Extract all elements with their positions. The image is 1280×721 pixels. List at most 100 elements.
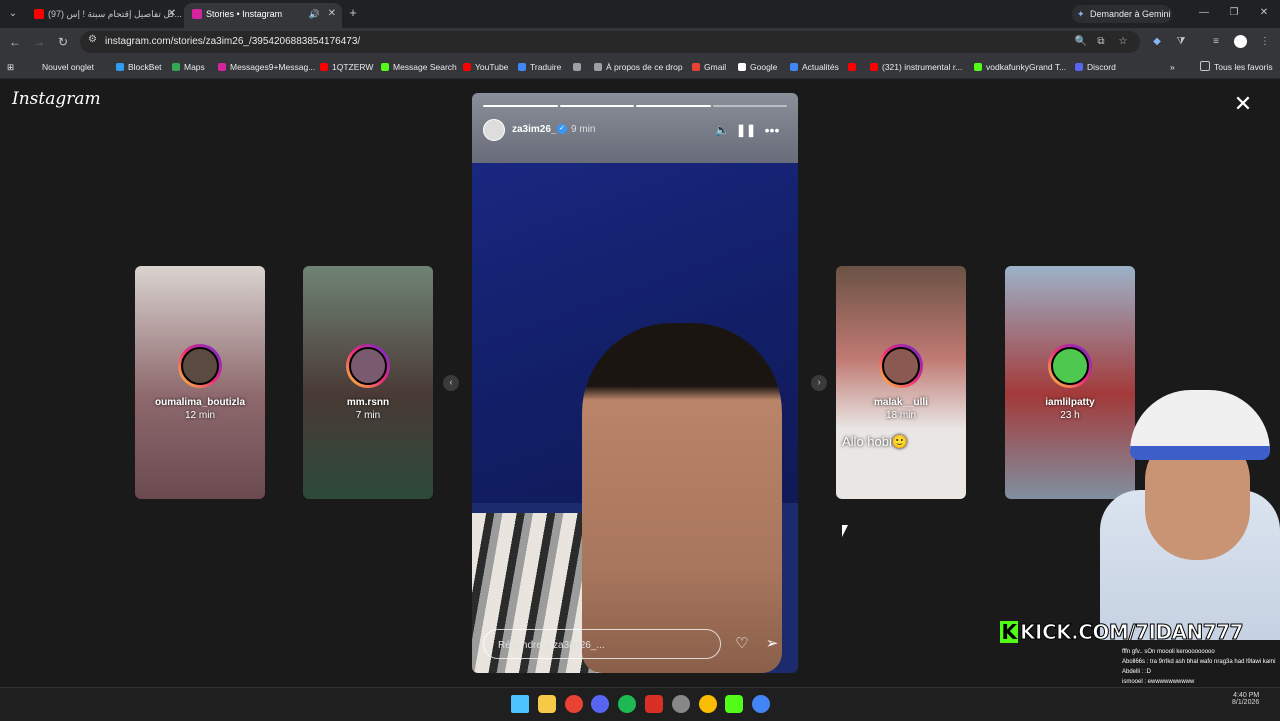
install-icon[interactable]: ⧉ (1094, 34, 1108, 50)
bookmark-label: Actualités (802, 62, 839, 72)
bookmark-favicon-icon (790, 63, 798, 71)
restore-icon[interactable]: ❐ (1226, 4, 1242, 22)
bookmark-item[interactable]: Actualités (790, 60, 839, 74)
story-header: za3im26_ ✓ 9 min 🔈 ❚❚ ••• (483, 117, 787, 143)
new-tab-button[interactable]: + (346, 4, 360, 22)
bookmark-item[interactable] (848, 60, 860, 74)
next-story-chevron-icon[interactable]: › (811, 375, 827, 391)
explorer-app-icon[interactable] (537, 695, 556, 713)
story-username: oumalima_boutizla (154, 397, 245, 408)
bookmark-item[interactable]: BlockBet (116, 60, 162, 74)
bookmark-label: YouTube (475, 62, 509, 72)
bookmark-favicon-icon (1075, 63, 1083, 71)
spotify-app-icon[interactable] (618, 695, 637, 713)
forward-icon[interactable]: → (31, 33, 47, 51)
bookmark-item[interactable]: À propos de ce drop (594, 60, 683, 74)
bookmark-item[interactable]: (321) instrumental r... (870, 60, 962, 74)
reload-icon[interactable]: ↻ (55, 33, 71, 51)
progress-segment (483, 105, 558, 107)
progress-segment (559, 105, 634, 107)
bookmark-item[interactable]: Gmail (692, 60, 726, 74)
bookmark-item[interactable]: Discord (1075, 60, 1116, 74)
speaker-icon[interactable]: 🔊 (309, 3, 320, 25)
bookmark-star-icon[interactable]: ☆ (1116, 34, 1130, 50)
app-red-app-icon[interactable] (645, 695, 663, 713)
story-card-mmrsnn[interactable]: mm.rsnn 7 min (303, 266, 433, 499)
close-tab-icon[interactable]: ✕ (168, 3, 176, 25)
more-bookmarks-icon[interactable]: » (1170, 60, 1175, 74)
bookmark-item[interactable]: vodkafunkyGrand T... (974, 60, 1066, 74)
app-grey-app-icon[interactable] (671, 695, 690, 713)
bookmark-item[interactable]: Maps (172, 60, 205, 74)
volume-icon[interactable]: 🔈 (713, 121, 731, 139)
folder-icon (1200, 61, 1210, 71)
story-username[interactable]: za3im26_ (512, 124, 556, 135)
avatar[interactable] (483, 119, 505, 141)
url-text[interactable]: instagram.com/stories/za3im26_/395420688… (105, 36, 360, 47)
current-story[interactable]: za3im26_ ✓ 9 min 🔈 ❚❚ ••• ♡ ➢ (472, 93, 798, 673)
close-tab-icon[interactable]: ✕ (328, 3, 336, 25)
story-username: mm.rsnn (346, 397, 390, 408)
bookmark-label: Nouvel onglet (42, 62, 94, 72)
more-options-icon[interactable]: ••• (763, 121, 781, 139)
bookmark-item[interactable]: Traduire (518, 60, 561, 74)
discord-app-icon[interactable] (591, 695, 610, 713)
site-info-icon[interactable]: ⚙ (88, 34, 97, 45)
back-icon[interactable]: ← (7, 33, 23, 51)
bookmarks-bar: ⊞ Nouvel onglet BlockBet Maps Messages9+Mes… (0, 56, 1280, 79)
bookmark-item[interactable] (573, 60, 585, 74)
avatar (879, 344, 923, 388)
avatar (1048, 344, 1092, 388)
close-stories-button[interactable]: ✕ (1232, 93, 1254, 115)
tab-youtube[interactable]: (97) كل تفاصيل إقتحام سبتة ! إس... ✕ (26, 3, 182, 28)
media-control-icon[interactable]: ≡ (1208, 33, 1224, 51)
bookmark-item[interactable]: 1QTZERW (320, 60, 373, 74)
extension-icon[interactable]: ◆ (1149, 33, 1165, 51)
zoom-icon[interactable]: 🔍 (1074, 34, 1088, 50)
more-menu-icon[interactable]: ⋮ (1257, 33, 1273, 51)
bookmark-favicon-icon (463, 63, 471, 71)
chat-message: Aboll66s : tra 9rrlkd ash bhal wafo nrag… (1122, 659, 1276, 665)
minimize-icon[interactable]: — (1196, 4, 1212, 22)
bookmark-label: À propos de ce drop (606, 62, 683, 72)
bookmark-item[interactable]: Nouvel onglet (30, 60, 94, 74)
share-send-icon[interactable]: ➢ (762, 634, 782, 654)
windows-app-icon[interactable] (511, 695, 529, 713)
story-card-malak[interactable]: malak__ulli 18 min Allo hobi🙂 (836, 266, 966, 499)
bookmark-item[interactable]: Google (738, 60, 777, 74)
tab-instagram[interactable]: Stories • Instagram 🔊 ✕ (184, 3, 342, 28)
youtube-icon (34, 9, 44, 19)
bookmark-favicon-icon (692, 63, 700, 71)
close-window-icon[interactable]: ✕ (1256, 4, 1272, 22)
bookmark-item[interactable]: Messages9+Messag... (218, 60, 315, 74)
instagram-logo[interactable]: Instagram (12, 89, 101, 109)
puzzle-icon[interactable]: ⧩ (1173, 33, 1189, 51)
gemini-button[interactable]: ✦ Demander à Gemini (1072, 5, 1172, 23)
tab-search-icon[interactable]: ⌄ (4, 5, 22, 23)
all-favorites[interactable]: Tous les favoris (1200, 60, 1273, 74)
chrome-3-app-icon[interactable] (752, 695, 771, 713)
address-bar[interactable]: ⚙ instagram.com/stories/za3im26_/3954206… (80, 31, 1140, 53)
story-progress-bar (483, 105, 787, 107)
bookmark-item[interactable]: YouTube (463, 60, 508, 74)
previous-story-chevron-icon[interactable]: ‹ (443, 375, 459, 391)
instagram-stories-page: Instagram ✕ oumalima_boutizla 12 min mm.… (0, 79, 1280, 687)
gemini-label: Demander à Gemini (1090, 9, 1171, 19)
kick-app-icon[interactable] (725, 695, 744, 713)
like-heart-icon[interactable]: ♡ (732, 634, 752, 654)
story-card-oumalima[interactable]: oumalima_boutizla 12 min (135, 266, 265, 499)
clock[interactable]: 4:40 PM 8/1/2026 (1232, 692, 1259, 706)
bookmark-favicon-icon (738, 63, 746, 71)
profile-avatar[interactable] (1232, 33, 1248, 51)
bookmark-label: Messages9+Messag... (230, 62, 316, 72)
chrome-2-app-icon[interactable] (698, 695, 717, 713)
avatar (346, 344, 390, 388)
pause-icon[interactable]: ❚❚ (736, 121, 756, 139)
reply-field-wrapper[interactable] (483, 629, 721, 659)
bookmark-favicon-icon (381, 63, 389, 71)
kick-logo-icon: K (1000, 620, 1018, 644)
apps-grid-icon[interactable]: ⊞ (7, 60, 14, 74)
reply-input[interactable] (496, 636, 710, 654)
bookmark-item[interactable]: Message Search (381, 60, 457, 74)
chrome-app-icon[interactable] (564, 695, 583, 713)
